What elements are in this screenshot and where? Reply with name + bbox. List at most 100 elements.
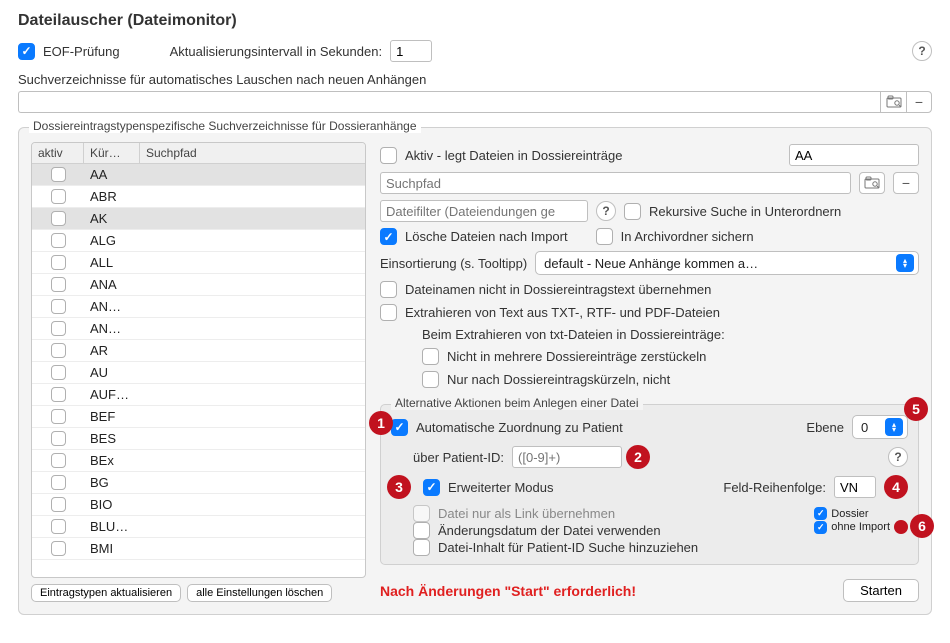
extended-mode-checkbox[interactable]: [423, 479, 440, 496]
link-only-checkbox[interactable]: [413, 505, 430, 522]
row-aktiv-checkbox[interactable]: [51, 277, 66, 292]
table-row[interactable]: AA: [32, 164, 365, 186]
chevron-updown-icon: ▴▾: [885, 418, 903, 436]
browse-folder-button[interactable]: [880, 91, 906, 113]
suchpfad-remove-button[interactable]: −: [893, 172, 919, 194]
row-code: ANA: [84, 277, 140, 292]
eof-check-label: EOF-Prüfung: [43, 44, 120, 59]
warning-icon: [894, 520, 908, 534]
extended-mode-label: Erweiterter Modus: [448, 480, 553, 495]
row-aktiv-checkbox[interactable]: [51, 453, 66, 468]
row-code: ALL: [84, 255, 140, 270]
suchpfad-browse-button[interactable]: [859, 172, 885, 194]
table-row[interactable]: AN…: [32, 296, 365, 318]
types-group-label: Dossiereintragstypenspezifische Suchverz…: [29, 119, 421, 133]
aktiv-code-input[interactable]: [789, 144, 919, 166]
table-row[interactable]: ALG: [32, 230, 365, 252]
row-code: AUF…: [84, 387, 140, 402]
table-row[interactable]: BLU…: [32, 516, 365, 538]
table-row[interactable]: ANA: [32, 274, 365, 296]
table-row[interactable]: AUF…: [32, 384, 365, 406]
dossier-checkbox[interactable]: [814, 507, 827, 520]
row-aktiv-checkbox[interactable]: [51, 343, 66, 358]
row-aktiv-checkbox[interactable]: [51, 321, 66, 336]
th-pfad[interactable]: Suchpfad: [140, 143, 365, 163]
row-aktiv-checkbox[interactable]: [51, 497, 66, 512]
ebene-label: Ebene: [806, 420, 844, 435]
row-aktiv-checkbox[interactable]: [51, 409, 66, 424]
no-split-checkbox[interactable]: [422, 348, 439, 365]
suchpfad-input[interactable]: [380, 172, 851, 194]
no-filename-label: Dateinamen nicht in Dossiereintragstext …: [405, 282, 711, 297]
row-code: BEx: [84, 453, 140, 468]
table-row[interactable]: BMI: [32, 538, 365, 560]
start-button[interactable]: Starten: [843, 579, 919, 602]
link-only-label: Datei nur als Link übernehmen: [438, 506, 615, 521]
extract-sub-label: Beim Extrahieren von txt-Dateien in Doss…: [380, 327, 919, 342]
table-row[interactable]: ABR: [32, 186, 365, 208]
refresh-types-button[interactable]: Eintragstypen aktualisieren: [31, 584, 181, 602]
no-filename-checkbox[interactable]: [380, 281, 397, 298]
extract-text-checkbox[interactable]: [380, 304, 397, 321]
table-row[interactable]: AR: [32, 340, 365, 362]
row-aktiv-checkbox[interactable]: [51, 519, 66, 534]
mod-date-label: Änderungsdatum der Datei verwenden: [438, 523, 661, 538]
table-row[interactable]: AN…: [32, 318, 365, 340]
aktiv-label: Aktiv - legt Dateien in Dossiereinträge: [405, 148, 623, 163]
table-row[interactable]: AU: [32, 362, 365, 384]
delete-after-import-checkbox[interactable]: [380, 228, 397, 245]
content-search-label: Datei-Inhalt für Patient-ID Suche hinzuz…: [438, 540, 698, 555]
help-button[interactable]: ?: [912, 41, 932, 61]
recursive-label: Rekursive Suche in Unterordnern: [649, 204, 841, 219]
row-aktiv-checkbox[interactable]: [51, 365, 66, 380]
patient-id-input[interactable]: [512, 446, 622, 468]
row-aktiv-checkbox[interactable]: [51, 211, 66, 226]
file-filter-help-button[interactable]: ?: [596, 201, 616, 221]
clear-settings-button[interactable]: alle Einstellungen löschen: [187, 584, 332, 602]
recursive-checkbox[interactable]: [624, 203, 641, 220]
row-aktiv-checkbox[interactable]: [51, 255, 66, 270]
row-aktiv-checkbox[interactable]: [51, 299, 66, 314]
remove-dir-button[interactable]: −: [906, 91, 932, 113]
refresh-interval-input[interactable]: [390, 40, 432, 62]
row-aktiv-checkbox[interactable]: [51, 541, 66, 556]
row-aktiv-checkbox[interactable]: [51, 189, 66, 204]
mod-date-checkbox[interactable]: [413, 522, 430, 539]
row-code: BEF: [84, 409, 140, 424]
auto-assign-checkbox[interactable]: [391, 419, 408, 436]
file-filter-input[interactable]: [380, 200, 588, 222]
types-table-body[interactable]: AAABRAKALGALLANAAN…AN…ARAUAUF…BEFBESBExB…: [32, 164, 365, 577]
row-aktiv-checkbox[interactable]: [51, 431, 66, 446]
patient-id-label: über Patient-ID:: [413, 450, 504, 465]
field-order-label: Feld-Reihenfolge:: [723, 480, 826, 495]
row-code: BES: [84, 431, 140, 446]
row-code: ALG: [84, 233, 140, 248]
refresh-interval-label: Aktualisierungsintervall in Sekunden:: [170, 44, 382, 59]
th-aktiv[interactable]: aktiv: [32, 143, 84, 163]
aktiv-checkbox[interactable]: [380, 147, 397, 164]
table-row[interactable]: BES: [32, 428, 365, 450]
patient-id-help-button[interactable]: ?: [888, 447, 908, 467]
table-row[interactable]: BG: [32, 472, 365, 494]
search-dirs-input[interactable]: [18, 91, 880, 113]
row-aktiv-checkbox[interactable]: [51, 233, 66, 248]
row-aktiv-checkbox[interactable]: [51, 387, 66, 402]
ohne-import-checkbox[interactable]: [814, 521, 827, 534]
eof-check-checkbox[interactable]: [18, 43, 35, 60]
ohne-import-label: ohne Import: [831, 521, 890, 533]
content-search-checkbox[interactable]: [413, 539, 430, 556]
table-row[interactable]: AK: [32, 208, 365, 230]
table-row[interactable]: BEF: [32, 406, 365, 428]
badge-4: 4: [884, 475, 908, 499]
table-row[interactable]: ALL: [32, 252, 365, 274]
table-row[interactable]: BEx: [32, 450, 365, 472]
sort-select[interactable]: default - Neue Anhänge kommen a… ▴▾: [535, 251, 919, 275]
only-shortcuts-checkbox[interactable]: [422, 371, 439, 388]
row-aktiv-checkbox[interactable]: [51, 475, 66, 490]
table-row[interactable]: BIO: [32, 494, 365, 516]
row-aktiv-checkbox[interactable]: [51, 167, 66, 182]
th-kurz[interactable]: Kür…: [84, 143, 140, 163]
field-order-input[interactable]: [834, 476, 876, 498]
ebene-select[interactable]: 0 ▴▾: [852, 415, 908, 439]
archive-checkbox[interactable]: [596, 228, 613, 245]
